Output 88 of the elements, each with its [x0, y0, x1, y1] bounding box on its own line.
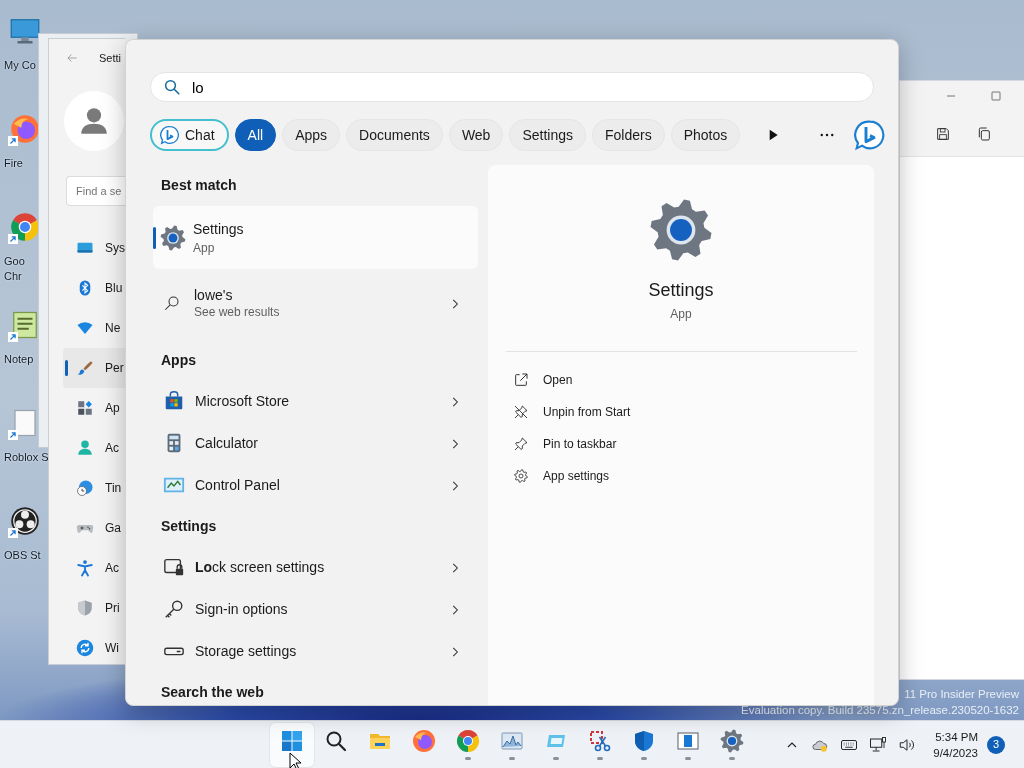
- globe-icon[interactable]: [10, 114, 40, 144]
- shield-icon: [76, 599, 94, 617]
- key-icon: [163, 598, 185, 620]
- nav-item[interactable]: Pri: [63, 588, 125, 628]
- nav-item[interactable]: Sys: [63, 228, 125, 268]
- nav-item[interactable]: Wi: [63, 628, 125, 664]
- filter-chip[interactable]: Folders: [592, 119, 665, 151]
- store-icon: [163, 390, 185, 412]
- filter-chip[interactable]: Apps: [282, 119, 341, 151]
- search-field[interactable]: lo: [150, 72, 874, 102]
- network-icon[interactable]: [869, 735, 888, 754]
- chat-button[interactable]: Chat: [150, 119, 229, 151]
- nav-item[interactable]: Ne: [63, 308, 125, 348]
- gear-icon: [720, 729, 744, 753]
- globe-icon: [412, 729, 436, 753]
- window-title: Setti: [99, 50, 121, 66]
- apps-icon: [76, 399, 94, 417]
- globe-clock-icon: [76, 479, 94, 497]
- wheel-icon: [456, 729, 480, 753]
- filter-chip[interactable]: All: [234, 119, 277, 151]
- icon-label: Fire: [4, 156, 23, 171]
- nav-item[interactable]: Ap: [63, 388, 125, 428]
- section-heading: Best match: [161, 176, 237, 195]
- shield-icon: [632, 729, 656, 753]
- nav-item[interactable]: Per: [63, 348, 125, 388]
- person-icon: [76, 439, 94, 457]
- result-item[interactable]: Storage settings: [150, 630, 478, 672]
- cursor-icon: [289, 752, 301, 768]
- save-icon[interactable]: [935, 125, 951, 142]
- settings-icon: [513, 468, 529, 484]
- notification-badge[interactable]: 3: [987, 735, 1005, 754]
- chat-bubble-icon: [160, 125, 180, 145]
- app-type: App: [670, 306, 692, 323]
- gear-icon: [649, 198, 713, 262]
- search-field[interactable]: Find a se: [66, 176, 125, 206]
- section-heading: Search the web: [161, 682, 264, 702]
- lock-screen-icon: [163, 556, 185, 578]
- icon-label: Notep: [4, 352, 34, 367]
- filter-chip[interactable]: Photos: [670, 119, 741, 151]
- wheel-icon[interactable]: [10, 212, 40, 242]
- result-item[interactable]: Control Panel: [150, 464, 478, 506]
- icon-label: My Co: [4, 58, 36, 73]
- nav-item[interactable]: Tin: [63, 468, 125, 508]
- chart-icon: [500, 729, 524, 753]
- gear-icon: [160, 224, 186, 251]
- filter-chip[interactable]: Settings: [509, 119, 586, 151]
- filter-chip[interactable]: Web: [448, 119, 504, 151]
- panel-icon: [676, 729, 700, 753]
- result-item[interactable]: Lock screen settings: [150, 546, 478, 588]
- action-item[interactable]: Open: [513, 364, 874, 396]
- nav-item[interactable]: Ac: [63, 548, 125, 588]
- icon-label: Roblox S: [4, 450, 49, 465]
- unpin-icon: [513, 404, 529, 420]
- search-icon: [324, 729, 348, 753]
- monitor-icon[interactable]: [10, 16, 40, 46]
- search-icon: [163, 78, 181, 96]
- section-heading: Settings: [161, 516, 217, 536]
- result-item[interactable]: Microsoft Store: [150, 380, 478, 422]
- clock[interactable]: 5:34 PM 9/4/2023: [933, 728, 978, 761]
- result-item[interactable]: lowe's See web results: [150, 282, 478, 324]
- result-item[interactable]: Settings App: [153, 206, 478, 269]
- accessibility-icon: [76, 559, 94, 577]
- watermark-text: Evaluation copy. Build 23575.zn_release.230520-1632: [741, 703, 1019, 718]
- pin-icon: [513, 436, 529, 452]
- icon-label: OBS St: [4, 548, 41, 563]
- section-heading: Apps: [161, 350, 196, 370]
- scissors-icon: [588, 729, 612, 753]
- notepad-icon[interactable]: [10, 310, 40, 340]
- sync-icon: [76, 639, 94, 657]
- open-external-icon: [513, 372, 529, 388]
- brush-icon: [76, 359, 94, 377]
- start-icon: [280, 729, 304, 753]
- nav-item[interactable]: Ac: [63, 428, 125, 468]
- nav-item[interactable]: Blu: [63, 268, 125, 308]
- icon-label: Goo Chr: [4, 254, 25, 284]
- filter-chip[interactable]: Documents: [346, 119, 443, 151]
- watermark-text: 11 Pro Insider Preview: [904, 687, 1019, 702]
- app-title: Settings: [648, 279, 714, 302]
- result-item[interactable]: Sign-in options: [150, 588, 478, 630]
- copy-icon[interactable]: [976, 125, 992, 142]
- search-icon: [163, 294, 181, 312]
- result-item[interactable]: Calculator: [150, 422, 478, 464]
- action-item[interactable]: Pin to taskbar: [513, 428, 874, 460]
- chat-bubble-icon[interactable]: [854, 119, 887, 151]
- action-item[interactable]: App settings: [513, 460, 874, 492]
- action-item[interactable]: Unpin from Start: [513, 396, 874, 428]
- nav-item[interactable]: Ga: [63, 508, 125, 548]
- disc-icon[interactable]: [10, 506, 40, 536]
